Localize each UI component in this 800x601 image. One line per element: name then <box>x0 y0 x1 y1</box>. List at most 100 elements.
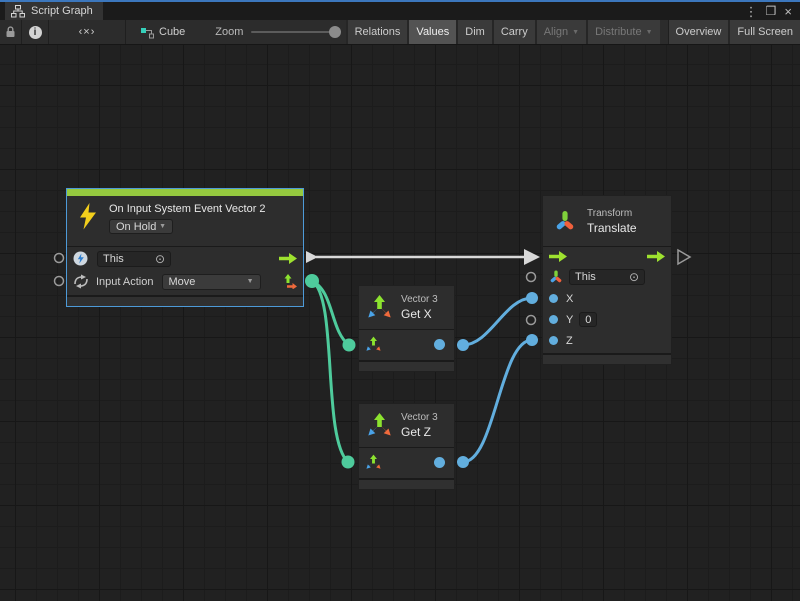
event-this-free-port <box>55 254 64 263</box>
full-screen-button[interactable]: Full Screen <box>728 20 800 44</box>
getz-port-row <box>359 448 454 476</box>
node-footer <box>543 355 671 364</box>
graph-asset-icon <box>140 26 154 39</box>
code-icon: ‹×› <box>79 26 96 38</box>
input-action-dropdown[interactable]: Move ▼ <box>162 274 261 290</box>
chevron-down-icon: ▼ <box>572 29 579 36</box>
node-vector3-get-x[interactable]: Vector 3 Get X <box>358 285 455 372</box>
transform-header: Transform Translate <box>543 196 671 246</box>
event-mode-dropdown[interactable]: On Hold ▼ <box>109 219 173 234</box>
transform-y-free-port <box>527 316 536 325</box>
zoom-label: Zoom <box>215 26 243 38</box>
maximize-icon[interactable]: ❒ <box>766 5 777 18</box>
event-target-field[interactable]: This ⊙ <box>97 251 171 267</box>
vector2-output-port[interactable] <box>282 274 297 289</box>
event-action-free-port <box>55 277 64 286</box>
wire-event-to-getz <box>312 281 348 462</box>
z-input-port[interactable] <box>549 336 558 345</box>
node-title: On Input System Event Vector 2 <box>109 203 266 215</box>
code-preview-button[interactable]: ‹×› <box>49 20 126 44</box>
node-title: Get Z <box>401 425 438 439</box>
getx-port-row <box>359 330 454 358</box>
transform-y-row: Y 0 <box>543 309 671 330</box>
window-controls: ⋮ ❒ × <box>745 5 800 18</box>
node-category: Transform <box>587 208 637 219</box>
zoom-slider-handle[interactable] <box>329 26 341 38</box>
transform-control-row <box>543 247 671 266</box>
vector3-input-port[interactable] <box>365 454 382 471</box>
wire-getx-to-x <box>463 298 532 345</box>
vector2-wires <box>312 281 349 462</box>
event-target-row: This ⊙ <box>67 247 303 270</box>
chevron-down-icon: ▼ <box>247 278 254 285</box>
info-icon: i <box>29 26 42 39</box>
object-picker-icon[interactable]: ⊙ <box>629 270 639 284</box>
vector2-wire-dots <box>305 274 356 469</box>
node-footer <box>67 297 303 306</box>
node-footer <box>359 362 454 371</box>
vector3-icon <box>366 412 393 439</box>
dim-button[interactable]: Dim <box>456 20 492 44</box>
overview-button[interactable]: Overview <box>668 20 729 44</box>
vector3-icon <box>366 294 393 321</box>
wire-event-to-getx <box>312 281 349 345</box>
node-title: Get X <box>401 307 438 321</box>
event-accent-bar <box>67 189 303 196</box>
distribute-button[interactable]: Distribute ▼ <box>586 20 659 44</box>
relations-button[interactable]: Relations <box>346 20 408 44</box>
y-input-port[interactable] <box>549 315 558 324</box>
zoom-control: Zoom 1x <box>215 20 358 44</box>
toolbar-buttons: Relations Values Dim Carry Align ▼ Distr… <box>346 20 800 44</box>
info-button[interactable]: i <box>22 20 49 44</box>
node-vector3-get-z[interactable]: Vector 3 Get Z <box>358 403 455 490</box>
titlebar: Script Graph ⋮ ❒ × <box>0 2 800 20</box>
transform-icon <box>553 209 577 233</box>
control-input-port[interactable] <box>549 251 567 262</box>
x-output-port[interactable] <box>434 339 445 350</box>
lock-button[interactable] <box>0 20 22 44</box>
getx-header: Vector 3 Get X <box>359 286 454 329</box>
transform-z-row: Z <box>543 330 671 351</box>
tab-title: Script Graph <box>31 5 93 17</box>
graph-hierarchy-icon <box>11 5 25 18</box>
node-title: Translate <box>587 221 637 235</box>
graph-toolbar: i ‹×› Cube Zoom 1x Relations Values Dim … <box>0 20 800 45</box>
transform-target-field[interactable]: This ⊙ <box>569 269 645 285</box>
node-footer <box>359 480 454 489</box>
control-output-port[interactable] <box>647 251 665 262</box>
vector3-input-port[interactable] <box>365 336 382 353</box>
input-action-icon <box>73 274 89 289</box>
input-action-label: Input Action <box>96 276 154 288</box>
align-button[interactable]: Align ▼ <box>535 20 586 44</box>
tab-script-graph[interactable]: Script Graph <box>5 2 103 20</box>
y-value-field[interactable]: 0 <box>579 312 597 327</box>
transform-target-row: This ⊙ <box>543 266 671 288</box>
input-system-icon <box>73 251 88 266</box>
x-input-port[interactable] <box>549 294 558 303</box>
values-button[interactable]: Values <box>407 20 456 44</box>
carry-button[interactable]: Carry <box>492 20 535 44</box>
chevron-down-icon: ▼ <box>646 29 653 36</box>
float-wires <box>463 298 532 462</box>
node-category: Vector 3 <box>401 412 438 423</box>
graph-canvas[interactable]: On Input System Event Vector 2 On Hold ▼… <box>0 45 800 601</box>
node-category: Vector 3 <box>401 294 438 305</box>
zoom-slider[interactable] <box>251 31 339 33</box>
kebab-menu-icon[interactable]: ⋮ <box>745 5 758 18</box>
getz-header: Vector 3 Get Z <box>359 404 454 447</box>
control-wire-event-to-translate <box>306 249 540 265</box>
close-icon[interactable]: × <box>784 5 792 18</box>
control-continue-port <box>678 250 690 264</box>
node-on-input-system-event[interactable]: On Input System Event Vector 2 On Hold ▼… <box>66 188 304 307</box>
object-picker-icon[interactable]: ⊙ <box>155 252 165 266</box>
control-output-port[interactable] <box>279 253 297 264</box>
event-action-row: Input Action Move ▼ <box>67 270 303 293</box>
transform-x-row: X <box>543 288 671 309</box>
transform-icon-small <box>549 270 563 284</box>
transform-this-free-port <box>527 273 536 282</box>
lock-icon <box>5 26 16 38</box>
z-output-port[interactable] <box>434 457 445 468</box>
event-header: On Input System Event Vector 2 On Hold ▼ <box>67 196 303 246</box>
node-transform-translate[interactable]: Transform Translate <box>542 195 672 365</box>
graph-breadcrumb[interactable]: Cube <box>132 20 193 44</box>
